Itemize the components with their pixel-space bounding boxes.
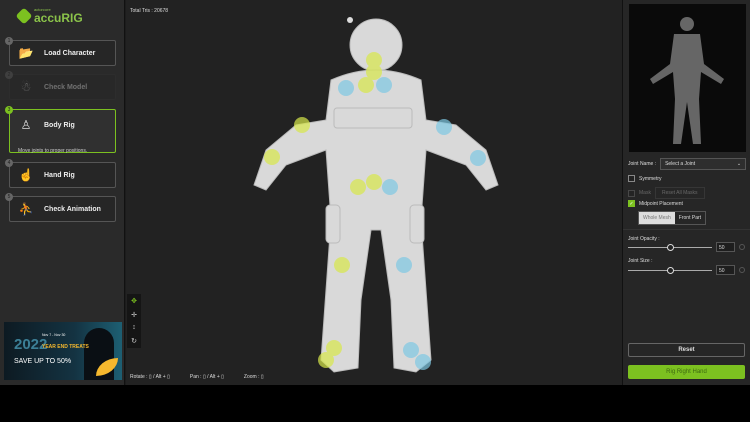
mouse-icon: ▯ xyxy=(260,374,264,380)
joint-size-slider[interactable] xyxy=(628,267,712,274)
rotate-hint: Rotate : xyxy=(130,374,148,380)
midpoint-label: Midpoint Placement xyxy=(639,200,683,207)
joint-marker[interactable] xyxy=(470,150,486,166)
whole-mesh-option[interactable]: Whole Mesh xyxy=(639,212,675,224)
right-panel: Joint Name : Select a Joint ⌄ Symmetry Ma… xyxy=(622,0,750,385)
animation-icon: ⛹ xyxy=(18,202,34,216)
character-model xyxy=(253,17,499,373)
joint-marker[interactable] xyxy=(382,179,398,195)
alt-hint: / Alt + xyxy=(207,374,220,380)
mask-label: Mask xyxy=(639,190,651,196)
step-label: Load Character xyxy=(44,49,96,57)
banner-dates: Nov 7 - Nov 30 xyxy=(42,333,66,337)
step-check-animation[interactable]: 5 ⛹ Check Animation xyxy=(5,193,116,222)
rig-right-hand-button[interactable]: Rig Right Hand xyxy=(628,365,745,379)
step-number: 3 xyxy=(5,106,13,114)
hand-icon: ☝ xyxy=(18,168,34,182)
joint-marker[interactable] xyxy=(334,257,350,273)
left-panel: actorcore accuRIG 1 📂 Load Character 2 ☃ … xyxy=(0,0,125,385)
mouse-icon: ▯ xyxy=(148,374,152,380)
step-label: Check Animation xyxy=(44,205,101,213)
view-toolbar: ✥ ✛ ↕ ↻ xyxy=(127,294,141,348)
joint-opacity-input[interactable]: 50 xyxy=(716,242,735,252)
joint-marker[interactable] xyxy=(264,149,280,165)
joint-marker[interactable] xyxy=(358,77,374,93)
joint-marker[interactable] xyxy=(436,119,452,135)
app-window: actorcore accuRIG 1 📂 Load Character 2 ☃ … xyxy=(0,0,750,385)
banner-title: YEAR END TREATS xyxy=(42,344,89,350)
slider-knob[interactable] xyxy=(667,267,674,274)
step-check-model: 2 ☃ Check Model xyxy=(5,71,116,100)
joint-marker[interactable] xyxy=(318,352,334,368)
joint-marker[interactable] xyxy=(376,77,392,93)
joint-marker[interactable] xyxy=(294,117,310,133)
step-number: 5 xyxy=(5,193,13,201)
joint-marker[interactable] xyxy=(350,179,366,195)
symmetry-label: Symmetry xyxy=(639,175,662,182)
chevron-down-icon: ⌄ xyxy=(736,161,742,167)
step-hand-rig[interactable]: 4 ☝ Hand Rig xyxy=(5,159,116,188)
joint-marker[interactable] xyxy=(403,342,419,358)
reset-masks-button: Reset All Masks xyxy=(654,187,705,199)
joint-marker[interactable] xyxy=(338,80,354,96)
joint-select-value: Select a Joint xyxy=(665,161,696,167)
step-load-character[interactable]: 1 📂 Load Character xyxy=(5,37,116,66)
rotate-tool-icon[interactable]: ↻ xyxy=(131,337,137,345)
midpoint-mode-toggle: Whole Mesh Front Part xyxy=(638,211,707,225)
joint-select[interactable]: Select a Joint ⌄ xyxy=(660,158,747,170)
promo-banner[interactable]: 2022 Nov 7 - Nov 30 YEAR END TREATS SAVE… xyxy=(4,322,122,380)
vertical-tool-icon[interactable]: ↕ xyxy=(132,324,136,331)
joint-marker[interactable] xyxy=(396,257,412,273)
joint-opacity-slider[interactable] xyxy=(628,244,712,251)
load-icon: 📂 xyxy=(18,46,34,60)
step-description: Move joints to proper positions. xyxy=(18,148,88,154)
logo: actorcore accuRIG xyxy=(15,7,83,25)
reset-icon[interactable] xyxy=(739,244,745,250)
reset-icon[interactable] xyxy=(739,267,745,273)
front-part-option[interactable]: Front Part xyxy=(675,212,705,224)
mouse-icon: ▯ xyxy=(167,374,170,380)
logo-text: accuRIG xyxy=(34,11,83,25)
joint-opacity-label: Joint Opacity : xyxy=(628,236,660,242)
character-preview xyxy=(629,4,746,152)
model-icon: ☃ xyxy=(20,80,32,94)
body-icon: ♙ xyxy=(20,118,32,132)
pan-hint: Pan : xyxy=(189,374,202,380)
step-body-rig[interactable]: 3 ♙ Body Rig Move joints to proper positi… xyxy=(5,106,116,154)
select-tool-icon[interactable]: ✥ xyxy=(131,297,137,305)
symmetry-checkbox[interactable] xyxy=(628,175,635,182)
slider-knob[interactable] xyxy=(667,244,674,251)
step-label: Body Rig xyxy=(44,121,75,129)
midpoint-checkbox[interactable]: ✓ xyxy=(628,200,635,207)
joint-marker[interactable] xyxy=(366,174,382,190)
joint-name-row: Joint Name : Select a Joint ⌄ xyxy=(628,158,747,170)
navigation-hints: Rotate : ▯ / Alt + ▯ Pan : ▯ / Alt + ▯ Z… xyxy=(130,374,264,380)
reset-button[interactable]: Reset xyxy=(628,343,745,357)
alt-hint: / Alt + xyxy=(153,374,166,380)
step-label: Hand Rig xyxy=(44,171,75,179)
divider xyxy=(623,229,750,230)
joint-size-label: Joint Size : xyxy=(628,258,653,264)
step-number: 4 xyxy=(5,159,13,167)
joint-name-label: Joint Name : xyxy=(628,161,657,167)
step-number: 2 xyxy=(5,71,13,79)
logo-icon xyxy=(15,7,33,25)
3d-viewport[interactable]: Total Tris : 20678 ✥ ✛ ↕ ↻ Rotate : ▯ / … xyxy=(126,0,622,385)
joint-size-input[interactable]: 50 xyxy=(716,265,735,275)
zoom-hint: Zoom : xyxy=(243,374,260,380)
joint-marker[interactable] xyxy=(415,354,431,370)
total-tris: Total Tris : 20678 xyxy=(130,8,169,14)
move-tool-icon[interactable]: ✛ xyxy=(131,311,137,319)
mask-checkbox xyxy=(628,189,635,197)
step-number: 1 xyxy=(5,37,13,45)
step-label: Check Model xyxy=(44,83,88,91)
mouse-icon: ▯ xyxy=(202,374,206,380)
banner-save: SAVE UP TO 50% xyxy=(14,358,72,365)
mouse-icon: ▯ xyxy=(221,374,224,380)
